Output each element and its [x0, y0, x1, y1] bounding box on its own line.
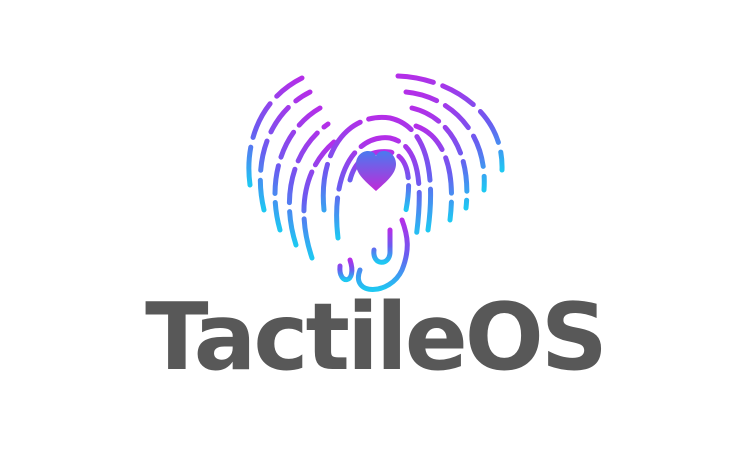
brand-wordmark: TactileOS	[145, 283, 608, 391]
fingerprint-heart-icon	[246, 73, 505, 292]
tactileos-logo: TactileOS	[0, 0, 750, 450]
heart-icon	[356, 151, 396, 191]
